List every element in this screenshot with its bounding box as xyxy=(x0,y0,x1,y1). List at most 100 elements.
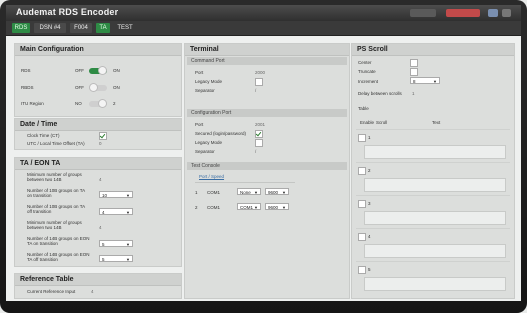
ta-off-select[interactable]: 4 ▼ xyxy=(99,208,133,215)
center-checkbox[interactable] xyxy=(410,59,418,67)
ta-eon-panel: TA / EON TA Minimum number of groups bet… xyxy=(14,157,182,267)
row-enable-checkbox[interactable] xyxy=(358,233,366,241)
table-row: 1 xyxy=(356,129,510,162)
status-indicator xyxy=(410,9,436,17)
table-label: Table xyxy=(358,106,369,111)
reference-table-panel: Reference Table Current Reference Input … xyxy=(14,273,182,299)
config-separator-value[interactable]: / xyxy=(255,149,256,154)
console-mode-select[interactable]: None ▼ xyxy=(237,188,261,195)
row-number: 1 xyxy=(368,135,371,140)
command-port-value[interactable]: 2000 xyxy=(255,70,265,75)
panel-title: Main Configuration xyxy=(15,44,181,56)
ta-row-label: Number of 10B groups on TA off transitio… xyxy=(27,204,85,214)
command-separator-label: Separator xyxy=(195,88,215,93)
increment-select[interactable]: 8 ▼ xyxy=(410,77,440,84)
itu-off-label: NO xyxy=(75,101,82,106)
column-text: Text xyxy=(432,120,441,125)
config-port-label: Port xyxy=(195,122,204,127)
chevron-down-icon: ▼ xyxy=(126,257,130,262)
chevron-down-icon: ▼ xyxy=(282,190,286,195)
tab-f004[interactable]: F004 xyxy=(70,23,92,33)
chevron-down-icon: ▼ xyxy=(126,210,130,215)
console-speed-select[interactable]: 9600 ▼ xyxy=(265,188,289,195)
reference-input-value[interactable]: 4 xyxy=(91,289,94,294)
row-text-input[interactable] xyxy=(364,211,506,225)
rds-off-label: OFF xyxy=(75,68,84,73)
ta-row-value[interactable]: 4 xyxy=(99,225,102,230)
rbds-on-label: ON xyxy=(113,85,120,90)
table-row: 5 xyxy=(356,261,510,294)
app-window: Audemat RDS Encoder RDS DSN #4 F004 TA T… xyxy=(6,5,521,301)
row-text-input[interactable] xyxy=(364,277,506,291)
itu-region-label: ITU Region xyxy=(21,101,44,106)
delay-label: Delay between scrolls xyxy=(358,91,402,96)
config-port-value[interactable]: 2001 xyxy=(255,122,265,127)
command-port-header: Command Port xyxy=(187,57,347,65)
command-separator-value[interactable]: / xyxy=(255,88,256,93)
increment-label: Increment xyxy=(358,79,379,84)
row-number: 4 xyxy=(368,234,371,239)
column-enable: Enable xyxy=(360,120,375,125)
utc-offset-value[interactable]: 0 xyxy=(99,141,102,146)
truncate-checkbox[interactable] xyxy=(410,68,418,76)
tab-dsn[interactable]: DSN #4 xyxy=(34,23,66,33)
config-legacy-checkbox[interactable] xyxy=(255,139,263,147)
row-text-input[interactable] xyxy=(364,178,506,192)
alarm-button[interactable] xyxy=(446,9,480,17)
console-speed-select[interactable]: 9600 ▼ xyxy=(265,203,289,210)
config-port-header: Configuration Port xyxy=(187,109,347,117)
console-row-port: COM1 xyxy=(207,190,221,195)
ta-row-label: Minimum number of groups between two 14B xyxy=(27,220,82,230)
clock-time-checkbox[interactable] xyxy=(99,132,107,140)
chevron-down-icon: ▼ xyxy=(433,79,437,84)
itu-on-label: 2 xyxy=(113,101,116,106)
chevron-down-icon: ▼ xyxy=(126,193,130,198)
menu-icon[interactable] xyxy=(502,9,511,17)
rbds-off-label: OFF xyxy=(75,85,84,90)
panel-title: TA / EON TA xyxy=(15,158,181,170)
command-legacy-checkbox[interactable] xyxy=(255,78,263,86)
ta-row-label: Number of 14B groups on EON TA on transi… xyxy=(27,236,90,246)
tab-test[interactable]: TEST xyxy=(114,23,136,33)
row-text-input[interactable] xyxy=(364,145,506,159)
row-enable-checkbox[interactable] xyxy=(358,200,366,208)
panel-title: PS Scroll xyxy=(352,44,514,56)
tab-rds[interactable]: RDS xyxy=(12,23,30,33)
chevron-down-icon: ▼ xyxy=(254,190,258,195)
table-row: 4 xyxy=(356,228,510,261)
delay-value[interactable]: 1 xyxy=(412,91,415,96)
config-secured-checkbox[interactable] xyxy=(255,130,263,138)
user-icon[interactable] xyxy=(488,9,498,17)
column-scroll: Scroll xyxy=(376,120,388,125)
title-bar: Audemat RDS Encoder xyxy=(6,5,521,21)
row-enable-checkbox[interactable] xyxy=(358,134,366,142)
row-text-input[interactable] xyxy=(364,244,506,258)
port-speed-link[interactable]: Port / Speed xyxy=(199,174,224,179)
eon-off-select[interactable]: 5 ▼ xyxy=(99,255,133,262)
panel-title: Reference Table xyxy=(15,274,181,286)
rds-toggle[interactable] xyxy=(89,66,107,75)
eon-on-select[interactable]: 5 ▼ xyxy=(99,240,133,247)
terminal-panel: Terminal Command Port Port 2000 Legacy M… xyxy=(184,43,350,299)
chevron-down-icon: ▼ xyxy=(282,205,286,210)
rds-on-label: ON xyxy=(113,68,120,73)
table-row: 3 xyxy=(356,195,510,228)
tab-ta[interactable]: TA xyxy=(96,23,110,33)
ta-row-value[interactable]: 4 xyxy=(99,177,102,182)
rbds-label: RBDS xyxy=(21,85,34,90)
command-legacy-label: Legacy Mode xyxy=(195,79,223,84)
table-row: 2 xyxy=(356,162,510,195)
itu-region-toggle[interactable] xyxy=(89,99,107,108)
center-label: Center xyxy=(358,60,372,65)
tabs-bar: RDS DSN #4 F004 TA TEST xyxy=(6,21,521,36)
ta-row-label: Number of 10B groups on TA on transition xyxy=(27,188,85,198)
rbds-toggle[interactable] xyxy=(89,83,107,92)
ta-on-select[interactable]: 10 ▼ xyxy=(99,191,133,198)
row-enable-checkbox[interactable] xyxy=(358,266,366,274)
reference-input-label: Current Reference Input xyxy=(27,289,76,294)
rds-label: RDS xyxy=(21,68,31,73)
console-mode-select[interactable]: COM1 ▼ xyxy=(237,203,261,210)
row-enable-checkbox[interactable] xyxy=(358,167,366,175)
ps-scroll-panel: PS Scroll Center Truncate Increment 8 ▼ D… xyxy=(351,43,515,299)
main-configuration-panel: Main Configuration RDS OFF ON RBDS OFF O… xyxy=(14,43,182,117)
